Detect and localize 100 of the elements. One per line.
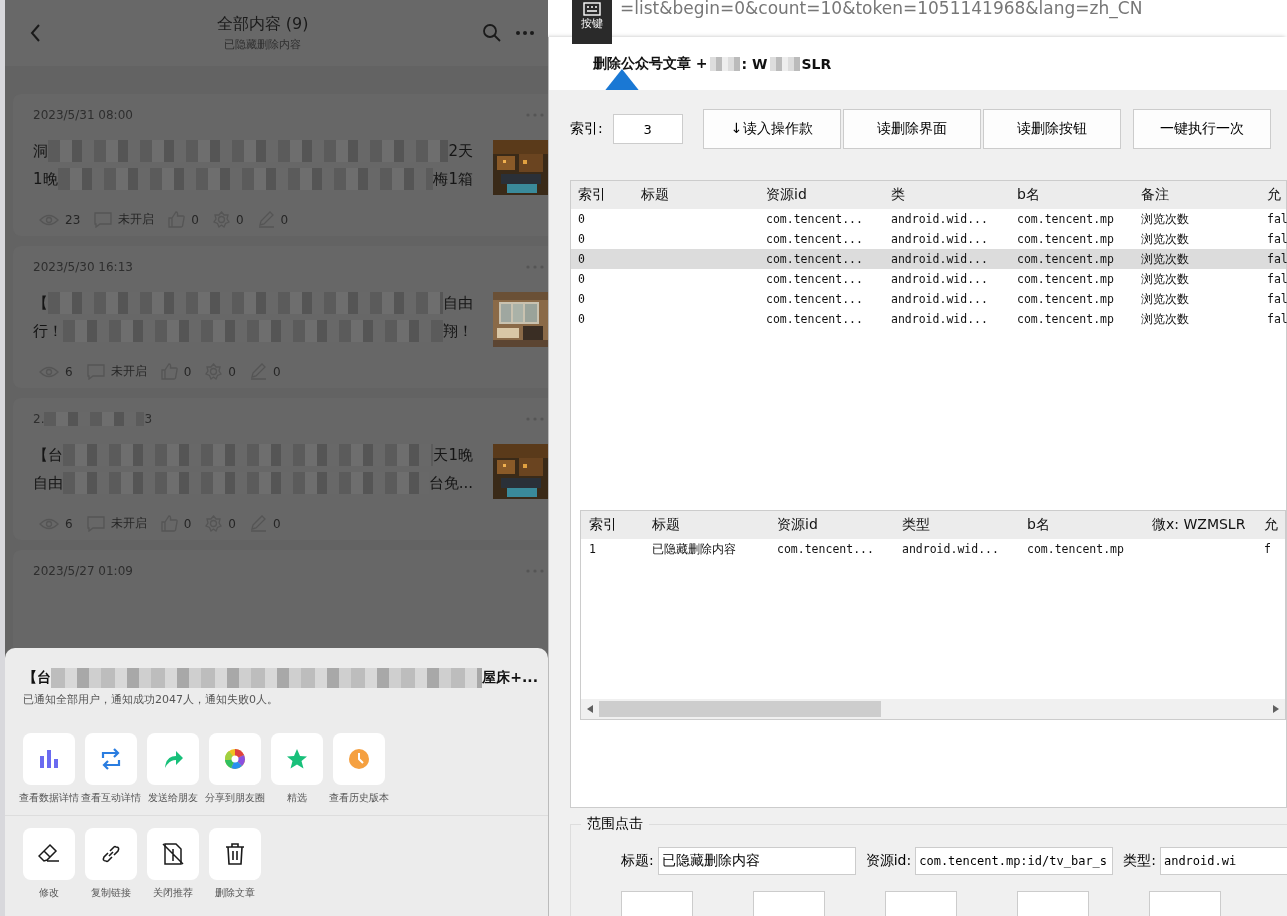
column-header[interactable]: b名 [1017,186,1141,204]
column-header[interactable]: 允 [1264,516,1287,534]
article-date: 2023/5/30 16:13 [33,260,133,274]
stat-value: 0 [280,212,289,227]
table-cell-text: com.tencent... [766,252,864,266]
column-header[interactable]: 类 [891,186,1017,204]
article-title-text: 自由 [33,473,63,493]
table-row[interactable]: 0 com.tencent... android.wid... com.tencent.mp 浏览次数 fal [571,249,1286,269]
action-button[interactable] [147,828,199,880]
column-header[interactable]: b名 [1027,516,1152,534]
text-field[interactable] [1017,891,1089,916]
bar-chart-icon [38,748,60,770]
stat-value: 0 [272,516,281,531]
action-button[interactable] [23,828,75,880]
action-label: 发送给朋友 [148,791,198,805]
field-label: 资源id: [865,852,912,870]
text-field[interactable]: android.wi [1159,847,1287,875]
column-header[interactable]: 标题 [652,516,777,534]
search-icon [482,23,502,43]
text-field[interactable] [1149,891,1221,916]
column-header[interactable]: 标题 [641,186,766,204]
index-field[interactable]: 3 [612,114,683,144]
table-cell-text: 0 [578,312,586,326]
table-cell-text: 0 [578,212,586,226]
action-label: 精选 [287,791,307,805]
stat-value: 0 [235,212,244,227]
action-button[interactable]: 一键执行一次 [1132,109,1271,149]
article-title-text: 1晚 [33,169,58,189]
column-header[interactable]: 备注 [1141,186,1267,204]
table-row[interactable]: 0 com.tencent... android.wid... com.tencent.mp 浏览次数 fal [571,309,1286,329]
column-header[interactable]: 索引 [578,186,641,204]
action-button[interactable] [209,733,261,785]
column-header[interactable]: 资源id [777,516,902,534]
table-row[interactable]: 1 已隐藏删除内容 com.tencent... android.wid... com.tencent.mp f [581,539,1285,559]
table-cell-text: 浏览次数 [1141,211,1190,227]
text-field[interactable]: 已隐藏删除内容 [657,847,856,875]
table-cell-text: com.tencent.mp [1027,542,1125,556]
table-cell-text: 1 [589,542,597,556]
eraser-icon [38,843,60,865]
scroll-left-icon [587,705,593,713]
table-row[interactable]: 0 com.tencent... android.wid... com.tencent.mp 浏览次数 fal [571,229,1286,249]
action-button[interactable] [23,733,75,785]
redaction-mosaic [769,57,800,71]
stat-value: 0 [191,212,199,227]
text-field[interactable] [621,891,693,916]
table-cell-text: com.tencent... [766,292,864,306]
article-date: 2023/5/31 08:00 [33,108,133,122]
article-date: 2. [33,412,45,426]
table-row[interactable]: 0 com.tencent... android.wid... com.tencent.mp 浏览次数 fal [571,289,1286,309]
table-cell-text: com.tencent... [766,232,864,246]
action-button[interactable] [85,828,137,880]
stat-value: 0 [183,364,192,379]
action-button[interactable]: ↓读入操作款 [702,109,841,149]
field-label: 索引: [570,120,603,138]
table-cell: fal [1267,252,1287,266]
table-cell: fal [1267,272,1287,286]
stat-value: 未开启 [118,211,155,228]
star-icon [286,748,308,770]
page-title: 全部内容 (9) [216,14,309,35]
article-title-text: 台免... [428,473,473,493]
text-field[interactable]: com.tencent.mp:id/tv_bar_s [915,847,1114,875]
action-button[interactable]: 读删除界面 [842,109,981,149]
scrollbar-thumb[interactable] [599,701,881,717]
keyboard-tile[interactable]: 按键 [572,0,612,44]
table-cell-text: 0 [578,292,586,306]
action-button[interactable] [85,733,137,785]
stat-value: 0 [228,516,236,531]
address-text[interactable]: =list&begin=0&count=10&token=1051141968&lang=zh_CN [620,0,1143,18]
table-row[interactable]: 0 com.tencent... android.wid... com.tencent.mp 浏览次数 fal [571,209,1286,229]
column-header[interactable]: 类型 [902,516,1027,534]
field-label: 标题: [621,852,654,870]
stat-value: 0 [228,364,236,379]
group-title: 范围点击 [581,815,649,833]
column-header[interactable]: 资源id [766,186,891,204]
table-cell-text: android.wid... [891,292,989,306]
table-cell: fal [1267,212,1287,226]
table-cell-text: com.tencent.mp [1017,212,1115,226]
text-field[interactable] [753,891,825,916]
column-header[interactable]: 微x: WZMSLR [1152,516,1264,534]
article-date: 3 [144,412,153,426]
action-button[interactable]: 读删除按钮 [982,109,1121,149]
article-title-text: 翔！ [443,321,473,341]
table-cell: fal [1267,312,1287,326]
column-header[interactable]: 索引 [589,516,652,534]
column-header[interactable]: 允 [1267,186,1287,204]
stat-value: 6 [65,364,73,379]
table-cell-text: 浏览次数 [1141,291,1190,307]
trash-icon [224,843,246,865]
table-cell: fal [1267,292,1287,306]
horizontal-scrollbar[interactable] [581,699,1285,719]
action-button[interactable] [209,828,261,880]
text-field[interactable] [885,891,957,916]
article-title-text: 自由 [443,293,473,313]
window-title: 删除公众号文章 + [593,55,708,73]
aperture-icon [224,748,246,770]
table-cell-text: com.tencent... [766,312,864,326]
action-label: 查看历史版本 [329,791,389,805]
document-crossed-icon [162,843,184,865]
table-row[interactable]: 0 com.tencent... android.wid... com.tencent.mp 浏览次数 fal [571,269,1286,289]
action-label: 查看数据详情 [19,791,79,805]
